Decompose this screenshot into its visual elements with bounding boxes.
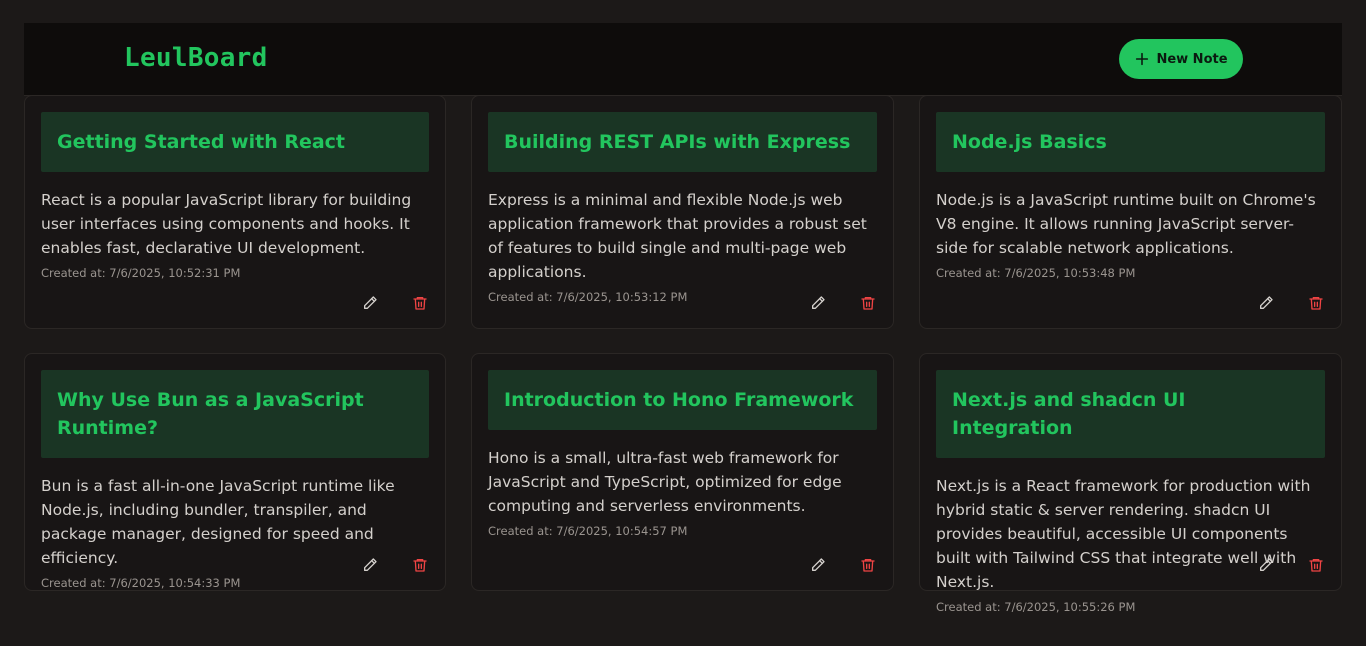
- note-content: Next.js is a React framework for product…: [936, 477, 1311, 591]
- note-actions: [809, 556, 877, 574]
- edit-note-button[interactable]: [1257, 294, 1275, 312]
- note-content: React is a popular JavaScript library fo…: [41, 191, 412, 257]
- notes-grid-row-2: Why Use Bun as a JavaScript Runtime? Bun…: [24, 353, 1342, 614]
- note-title: Introduction to Hono Framework: [488, 370, 877, 430]
- navbar: LeulBoard New Note: [24, 23, 1342, 96]
- note-created-at: Created at: 7/6/2025, 10:54:57 PM: [488, 524, 688, 538]
- note-created-at: Created at: 7/6/2025, 10:54:33 PM: [41, 576, 241, 590]
- pencil-icon: [1260, 558, 1273, 571]
- note-card: Why Use Bun as a JavaScript Runtime? Bun…: [24, 353, 446, 591]
- delete-note-button[interactable]: [411, 294, 429, 312]
- edit-note-button[interactable]: [361, 294, 379, 312]
- new-note-label: New Note: [1156, 51, 1228, 67]
- trash-icon: [1309, 559, 1323, 572]
- trash-icon: [861, 559, 875, 572]
- note-actions: [1257, 556, 1325, 574]
- note-title: Why Use Bun as a JavaScript Runtime?: [41, 370, 429, 458]
- note-title: Next.js and shadcn UI Integration: [936, 370, 1325, 458]
- pencil-icon: [812, 296, 825, 309]
- note-created-at: Created at: 7/6/2025, 10:52:31 PM: [41, 266, 241, 280]
- pencil-icon: [364, 558, 377, 571]
- note-content: Hono is a small, ultra-fast web framewor…: [488, 449, 842, 515]
- delete-note-button[interactable]: [859, 294, 877, 312]
- new-note-button[interactable]: New Note: [1119, 39, 1243, 79]
- edit-note-button[interactable]: [809, 556, 827, 574]
- notes-grid-row-1: Getting Started with React React is a po…: [24, 95, 1342, 329]
- note-created-at: Created at: 7/6/2025, 10:53:48 PM: [936, 266, 1136, 280]
- pencil-icon: [364, 296, 377, 309]
- delete-note-button[interactable]: [1307, 294, 1325, 312]
- note-content: Node.js is a JavaScript runtime built on…: [936, 191, 1316, 257]
- pencil-icon: [1260, 296, 1273, 309]
- note-title: Node.js Basics: [936, 112, 1325, 172]
- plus-icon: [1136, 52, 1149, 66]
- trash-icon: [1309, 297, 1323, 310]
- delete-note-button[interactable]: [411, 556, 429, 574]
- delete-note-button[interactable]: [1307, 556, 1325, 574]
- edit-note-button[interactable]: [809, 294, 827, 312]
- edit-note-button[interactable]: [1257, 556, 1275, 574]
- note-actions: [809, 294, 877, 312]
- note-card: Building REST APIs with Express Express …: [471, 95, 894, 329]
- app: LeulBoard New Note Getting Started with …: [24, 23, 1342, 614]
- trash-icon: [413, 559, 427, 572]
- note-card: Next.js and shadcn UI Integration Next.j…: [919, 353, 1342, 614]
- note-actions: [1257, 294, 1325, 312]
- note-actions: [361, 556, 429, 574]
- note-card: Node.js Basics Node.js is a JavaScript r…: [919, 95, 1342, 329]
- brand-logo[interactable]: LeulBoard: [124, 43, 268, 73]
- delete-note-button[interactable]: [859, 556, 877, 574]
- note-title: Building REST APIs with Express: [488, 112, 877, 172]
- note-actions: [361, 294, 429, 312]
- note-created-at: Created at: 7/6/2025, 10:55:26 PM: [936, 600, 1136, 614]
- note-card: Introduction to Hono Framework Hono is a…: [471, 353, 894, 591]
- note-content: Express is a minimal and flexible Node.j…: [488, 191, 867, 281]
- note-title: Getting Started with React: [41, 112, 429, 172]
- edit-note-button[interactable]: [361, 556, 379, 574]
- trash-icon: [861, 297, 875, 310]
- pencil-icon: [812, 558, 825, 571]
- note-card: Getting Started with React React is a po…: [24, 95, 446, 329]
- trash-icon: [413, 297, 427, 310]
